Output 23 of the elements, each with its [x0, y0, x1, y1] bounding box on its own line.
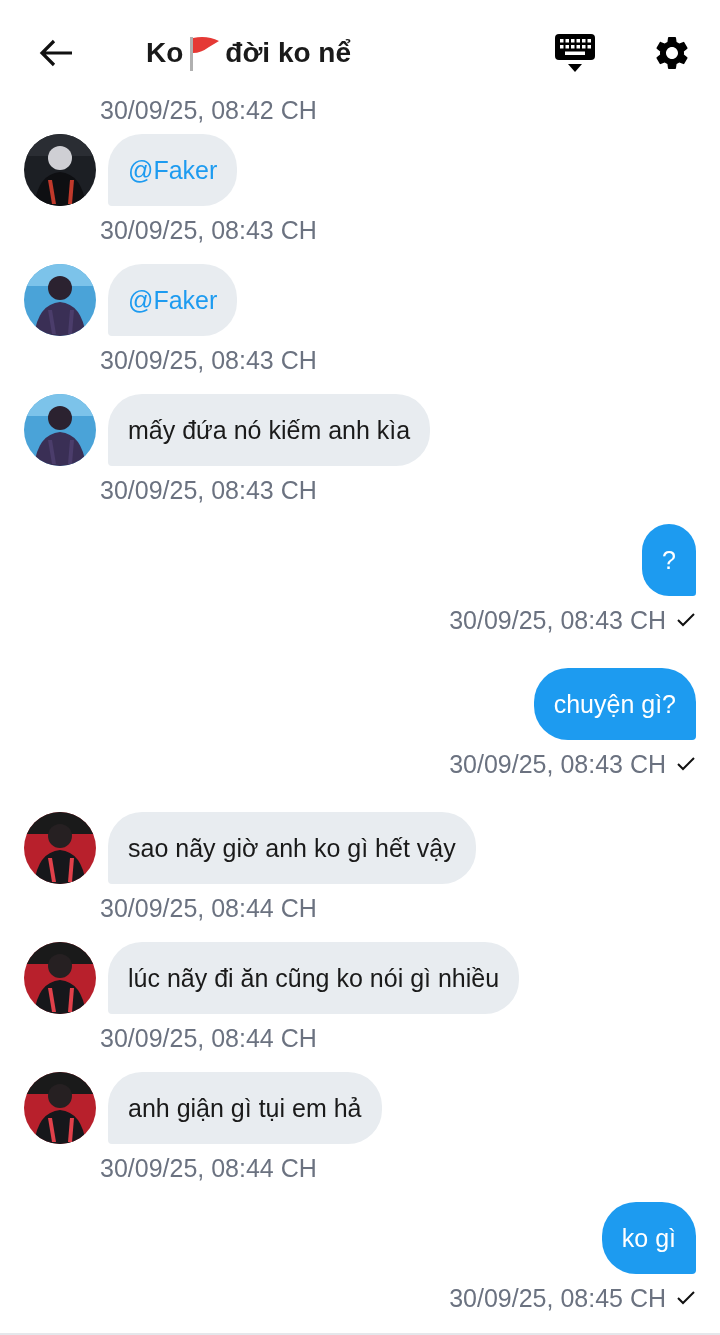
chat-title: đời ko nể	[225, 37, 352, 69]
message-bubble: chuyện gì?	[533, 668, 696, 740]
message-bubble: anh giận gì tụi em hả	[108, 1072, 382, 1144]
message-bubble: mấy đứa nó kiếm anh kìa	[108, 394, 431, 466]
chat-title: Ko	[146, 37, 184, 69]
timestamp: 30/09/25, 08:43 CH	[449, 605, 666, 636]
message-bubble: sao nãy giờ anh ko gì hết vậy	[108, 812, 476, 884]
timestamp: 30/09/25, 08:43 CH	[100, 345, 317, 376]
mention-bubble: @Faker	[108, 264, 238, 336]
back-button[interactable]	[38, 38, 74, 68]
timestamp: 30/09/25, 08:44 CH	[100, 1153, 317, 1184]
timestamp: 30/09/25, 08:43 CH	[100, 215, 317, 246]
timestamp: 30/09/25, 08:45 CH	[449, 1283, 666, 1314]
timestamp: 30/09/25, 08:44 CH	[100, 893, 317, 924]
timestamp: 30/09/25, 08:44 CH	[100, 1023, 317, 1054]
mention-bubble: @Faker	[108, 134, 238, 206]
timestamp: 30/09/25, 08:42 CH	[100, 95, 318, 126]
message-bubble: ?	[642, 524, 696, 596]
message-bubble: lúc nãy đi ăn cũng ko nói gì nhiều	[108, 942, 520, 1014]
timestamp: 30/09/25, 08:43 CH	[449, 749, 666, 780]
message-bubble: ko gì	[601, 1202, 696, 1274]
timestamp: 30/09/25, 08:43 CH	[100, 475, 317, 506]
keyboard-icon[interactable]	[554, 32, 596, 74]
